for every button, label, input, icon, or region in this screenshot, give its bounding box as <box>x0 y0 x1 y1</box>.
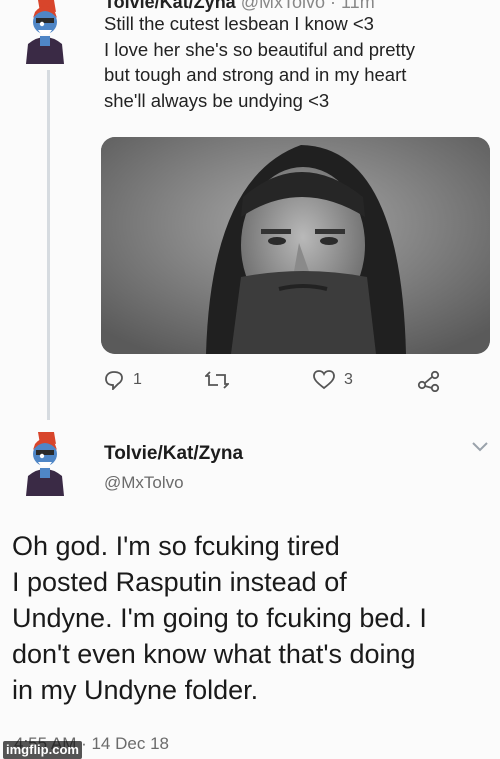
retweet-button[interactable] <box>205 370 229 390</box>
tweet1-text-line: she'll always be undying <3 <box>104 89 330 111</box>
tweet1-photo[interactable] <box>101 137 490 354</box>
tweet1-text-line: but tough and strong and in my heart <box>104 64 407 85</box>
tweet2-text-line: Undyne. I'm going to fcuking bed. I <box>12 603 427 633</box>
retweet-icon <box>205 371 229 389</box>
tweet1-text-line: I love her she's so beautiful and pretty <box>104 38 416 60</box>
undyne-avatar-icon <box>26 432 64 496</box>
like-count: 3 <box>344 371 353 388</box>
avatar[interactable] <box>20 0 70 64</box>
tweet2-text-line: I posted Rasputin instead of <box>12 567 347 597</box>
undyne-avatar-icon <box>26 0 64 64</box>
tweet1-text-line: Still the cutest lesbean I know <3 <box>104 13 374 34</box>
imgflip-watermark: imgflip.com <box>3 741 82 759</box>
tweet2-text-line: Oh god. I'm so fcuking tired <box>12 531 340 561</box>
chevron-down-icon <box>472 442 488 452</box>
thread-connector-line <box>47 70 50 420</box>
tweet1-text: Still the cutest lesbean I know <3 I lov… <box>104 11 474 113</box>
tweet2-text-line: in my Undyne folder. <box>12 675 259 705</box>
tweet2-display-name[interactable]: Tolvie/Kat/Zyna <box>104 443 243 465</box>
like-icon <box>313 370 335 390</box>
share-icon <box>417 370 440 392</box>
avatar[interactable] <box>20 432 70 496</box>
more-options-button[interactable] <box>471 440 489 458</box>
like-button[interactable]: 3 <box>313 370 353 390</box>
tweet2-text: Oh god. I'm so fcuking tired I posted Ra… <box>12 528 498 708</box>
reply-icon <box>105 371 123 390</box>
tweet1-action-bar: 1 3 <box>0 370 500 398</box>
tweet2-handle[interactable]: @MxTolvo <box>104 473 184 493</box>
share-button[interactable] <box>417 370 441 392</box>
reply-button[interactable]: 1 <box>104 370 142 390</box>
reply-count: 1 <box>133 371 142 388</box>
tweet2-text-line: don't even know what that's doing <box>12 639 416 669</box>
portrait-photo-icon <box>101 137 490 354</box>
